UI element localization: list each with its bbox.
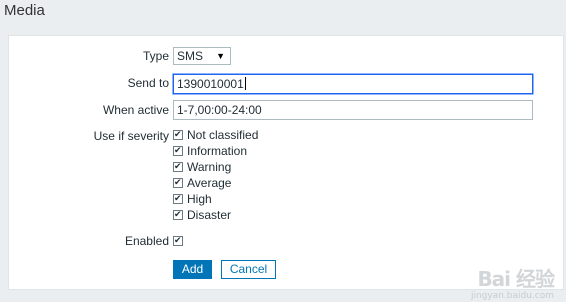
checkmark-icon: ✔ — [174, 209, 182, 219]
checkmark-icon: ✔ — [174, 145, 182, 155]
high-checkbox[interactable]: ✔ — [173, 193, 183, 204]
severity-label: Use if severity — [93, 129, 169, 143]
page-title: Media — [4, 2, 45, 19]
enabled-option[interactable]: ✔ — [173, 234, 187, 248]
cancel-button[interactable]: Cancel — [221, 260, 276, 279]
when-active-label: When active — [102, 103, 169, 117]
disaster-checkbox[interactable]: ✔ — [173, 209, 183, 220]
warning-checkbox[interactable]: ✔ — [173, 161, 183, 172]
information-checkbox[interactable]: ✔ — [173, 145, 183, 156]
severity-option-high[interactable]: ✔ High — [173, 192, 212, 206]
severity-option-warning[interactable]: ✔ Warning — [173, 160, 231, 174]
when-active-input[interactable]: 1-7,00:00-24:00 — [173, 100, 533, 120]
average-label: Average — [187, 176, 232, 190]
type-label: Type — [142, 49, 169, 63]
media-form-panel: Type SMS ▼ Send to 1390010001 When activ… — [8, 35, 564, 290]
severity-option-information[interactable]: ✔ Information — [173, 144, 247, 158]
information-label: Information — [187, 144, 248, 158]
type-select-value: SMS — [177, 49, 204, 63]
enabled-label: Enabled — [124, 234, 169, 248]
when-active-value: 1-7,00:00-24:00 — [177, 103, 262, 117]
checkmark-icon: ✔ — [174, 193, 182, 203]
enabled-checkbox[interactable]: ✔ — [173, 235, 183, 246]
disaster-label: Disaster — [187, 208, 232, 222]
severity-option-disaster[interactable]: ✔ Disaster — [173, 208, 231, 222]
add-button[interactable]: Add — [173, 260, 212, 279]
checkmark-icon: ✔ — [174, 177, 182, 187]
severity-option-not-classified[interactable]: ✔ Not classified — [173, 128, 258, 142]
send-to-value: 1390010001 — [177, 77, 244, 91]
type-select[interactable]: SMS ▼ — [173, 47, 231, 65]
warning-label: Warning — [187, 160, 232, 174]
checkmark-icon: ✔ — [174, 235, 182, 245]
watermark-url: jingyan.baidu.com — [470, 291, 554, 301]
average-checkbox[interactable]: ✔ — [173, 177, 183, 188]
not-classified-checkbox[interactable]: ✔ — [173, 129, 183, 140]
checkmark-icon: ✔ — [174, 129, 182, 139]
checkmark-icon: ✔ — [174, 161, 182, 171]
high-label: High — [187, 192, 212, 206]
watermark-logo: Bai 经验 — [477, 267, 555, 291]
send-to-input[interactable]: 1390010001 — [173, 74, 533, 94]
not-classified-label: Not classified — [187, 128, 259, 142]
severity-option-average[interactable]: ✔ Average — [173, 176, 231, 190]
text-caret — [244, 77, 246, 90]
send-to-label: Send to — [127, 76, 169, 90]
chevron-down-icon: ▼ — [216, 51, 225, 61]
